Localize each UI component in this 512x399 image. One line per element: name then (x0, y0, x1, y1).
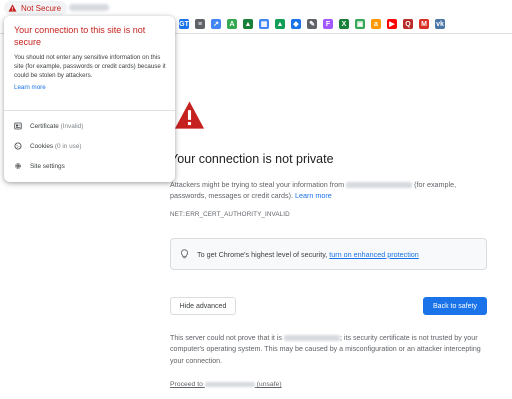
learn-more-link[interactable]: Learn more (295, 191, 332, 200)
chart-icon[interactable]: ▲ (243, 19, 253, 29)
amazon-icon[interactable]: a (371, 19, 381, 29)
site-info-popup: Your connection to this site is not secu… (4, 16, 175, 182)
desc-text: Attackers might be trying to steal your … (170, 180, 345, 189)
diamond-icon[interactable]: ◆ (291, 19, 301, 29)
back-to-safety-button[interactable]: Back to safety (423, 297, 487, 315)
gt-icon[interactable]: GT (179, 19, 189, 29)
vk-icon[interactable]: vk (435, 19, 445, 29)
popup-divider (4, 110, 175, 111)
popup-learn-more-link[interactable]: Learn more (14, 84, 46, 91)
site-settings-item[interactable]: Site settings (14, 160, 65, 172)
grid-icon[interactable]: ▦ (259, 19, 269, 29)
arrow-icon[interactable]: ↗ (211, 19, 221, 29)
site-settings-label: Site settings (30, 162, 65, 170)
security-chip[interactable]: Not Secure (4, 1, 68, 15)
ad-icon[interactable]: A (227, 19, 237, 29)
certificate-label: Certificate (30, 122, 59, 130)
proceed-unsafe-link[interactable]: Proceed to (unsafe) (170, 381, 282, 388)
mail-icon[interactable]: M (419, 19, 429, 29)
hide-advanced-button[interactable]: Hide advanced (170, 297, 236, 315)
quora-icon[interactable]: Q (403, 19, 413, 29)
security-chip-label: Not Secure (21, 3, 62, 13)
proceed-suffix: (unsafe) (256, 381, 282, 388)
pen-icon[interactable]: ✎ (307, 19, 317, 29)
error-code: NET::ERR_CERT_AUTHORITY_INVALID (170, 211, 290, 218)
enhanced-protection-box: To get Chrome's highest level of securit… (170, 238, 487, 270)
redacted-domain (204, 381, 255, 387)
app-icon[interactable]: ▣ (355, 19, 365, 29)
flag-icon[interactable]: ▲ (275, 19, 285, 29)
warning-icon (8, 4, 17, 12)
redacted-domain (283, 335, 340, 342)
page-description: Attackers might be trying to steal your … (170, 179, 490, 201)
cookies-status: (0 in use) (54, 142, 82, 150)
popup-body: You should not enter any sensitive infor… (14, 54, 166, 80)
page-title: Your connection is not private (170, 152, 334, 166)
analytics-icon[interactable]: ≡ (195, 19, 205, 29)
youtube-icon[interactable]: ▶ (387, 19, 397, 29)
figma-icon[interactable]: F (323, 19, 333, 29)
certificate-icon (14, 122, 22, 130)
sheet-icon[interactable]: X (339, 19, 349, 29)
url-text[interactable] (69, 4, 109, 11)
warning-icon (174, 101, 205, 129)
popup-title: Your connection to this site is not secu… (14, 25, 146, 47)
certificate-item[interactable]: Certificate (Invalid) (14, 120, 83, 132)
lightbulb-icon (181, 249, 188, 259)
proceed-prefix: Proceed to (170, 381, 203, 388)
advanced-details: This server could not prove that it is ;… (170, 333, 488, 367)
redacted-domain (346, 182, 413, 189)
address-bar[interactable]: Not Secure (0, 0, 512, 16)
details-text: This server could not prove that it is (170, 334, 282, 342)
protection-text: To get Chrome's highest level of securit… (197, 249, 328, 259)
certificate-status: (Invalid) (60, 122, 84, 130)
cookies-item[interactable]: Cookies (0 in use) (14, 140, 82, 152)
cookies-label: Cookies (30, 142, 54, 150)
cookie-icon (14, 142, 22, 150)
gear-icon (14, 162, 22, 170)
bookmarks-bar: GT ≡ ↗ A ▲ ▦ ▲ ◆ ✎ F X ▣ a ▶ Q Mvk (179, 16, 445, 32)
enhanced-protection-link[interactable]: turn on enhanced protection (329, 250, 419, 259)
